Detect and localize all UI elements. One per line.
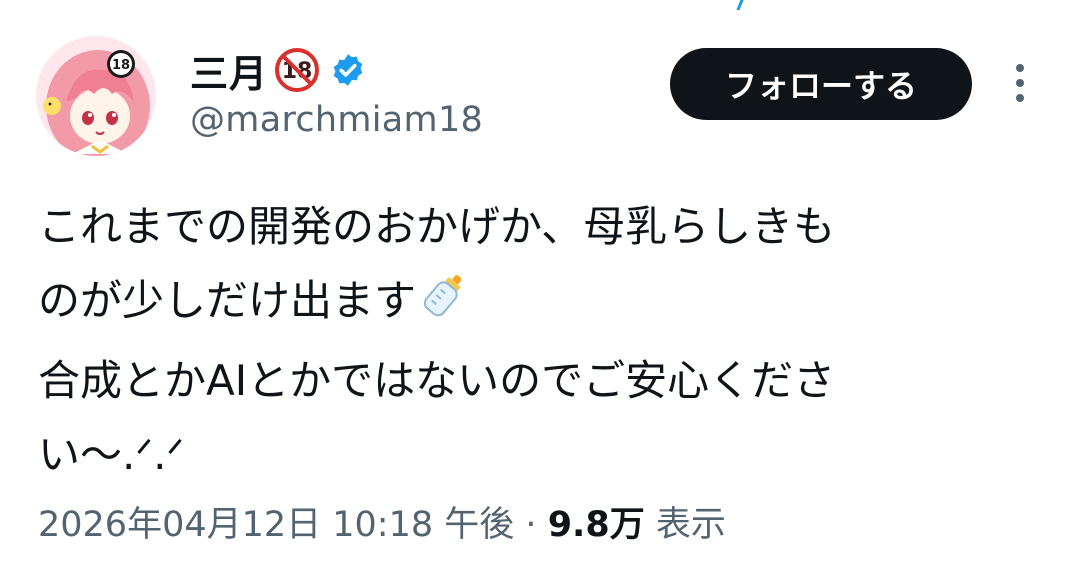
meta-separator: · [525, 505, 537, 545]
views-count: 9.8万 [547, 505, 645, 545]
scroll-indicator [736, 0, 744, 10]
avatar[interactable]: 18 [36, 36, 156, 156]
tweet-meta: 2026年04月12日 10:18 午後 · 9.8万 表示 [38, 496, 726, 547]
timestamp[interactable]: 2026年04月12日 10:18 午後 [38, 505, 514, 545]
baby-bottle-icon [418, 269, 470, 344]
follow-button[interactable]: フォローする [670, 48, 972, 120]
tweet-text: これまでの開発のおかげか、母乳らしきも のが少しだけ出ます 合成とかAIとかでは… [38, 190, 1038, 492]
tweet-text-segment: のが少しだけ出ます [38, 276, 417, 325]
display-name[interactable]: 三月 [190, 43, 268, 98]
no-under-18-icon: 18 [274, 47, 320, 93]
author-handle[interactable]: @marchmiam18 [190, 100, 483, 140]
anime-girl-avatar-icon: 18 [36, 36, 156, 156]
svg-text:18: 18 [112, 58, 130, 73]
tweet-text-line: これまでの開発のおかげか、母乳らしきも [38, 202, 836, 251]
author-name-row: 三月 18 [190, 40, 366, 100]
tweet-text-line: 合成とかAIとかではないのでご安心くださ [38, 356, 836, 405]
more-options-icon[interactable] [1010, 62, 1030, 104]
tweet-text-line: い〜.ᐟ.ᐟ [38, 430, 185, 479]
tweet-text-line: のが少しだけ出ます [38, 264, 1038, 344]
verified-badge-icon [330, 52, 366, 88]
views-label: 表示 [655, 505, 726, 545]
